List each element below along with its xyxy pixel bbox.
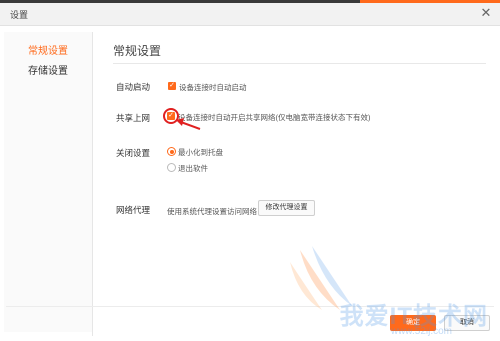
- autostart-label: 自动启动: [116, 82, 151, 92]
- section-title: 常规设置: [113, 44, 162, 58]
- close-setting-label: 关闭设置: [116, 148, 151, 158]
- autostart-checkbox[interactable]: ✓: [168, 82, 176, 90]
- sidebar-item-general[interactable]: 常规设置: [4, 43, 92, 61]
- autostart-option: 设备连接时自动启动: [179, 83, 247, 92]
- checkmark-icon: ✓: [168, 112, 174, 119]
- watermark-url: www.52ij.com: [390, 326, 452, 337]
- main-content: 常规设置 自动启动 ✓ 设备连接时自动启动 共享上网 ✓ 设备连接时自动开启共享…: [93, 26, 500, 341]
- settings-frame: 常规设置 存储设置 常规设置 自动启动 ✓ 设备连接时自动启动 共享上网 ✓ 设…: [0, 26, 500, 341]
- window-title: 设置: [10, 10, 29, 20]
- sidebar-item-storage[interactable]: 存储设置: [4, 63, 92, 81]
- radio-minimize-tray[interactable]: [167, 147, 176, 156]
- share-checkbox[interactable]: ✓: [167, 112, 175, 120]
- radio-minimize-tray-label: 最小化到托盘: [178, 148, 223, 157]
- modify-proxy-button[interactable]: 修改代理设置: [258, 200, 315, 216]
- section-divider: [113, 63, 486, 64]
- radio-exit-app[interactable]: [167, 163, 176, 172]
- share-option: 设备连接时自动开启共享网络(仅电脑宽带连接状态下有效): [178, 113, 371, 122]
- sidebar: 常规设置 存储设置: [4, 32, 92, 332]
- proxy-label: 网络代理: [116, 205, 151, 215]
- radio-exit-app-label: 退出软件: [178, 164, 208, 173]
- close-icon[interactable]: ✕: [478, 5, 494, 21]
- share-label: 共享上网: [116, 113, 151, 123]
- checkmark-icon: ✓: [169, 82, 175, 89]
- title-bar: 设置 ✕: [0, 3, 500, 26]
- proxy-description: 使用系统代理设置访问网络: [167, 207, 257, 216]
